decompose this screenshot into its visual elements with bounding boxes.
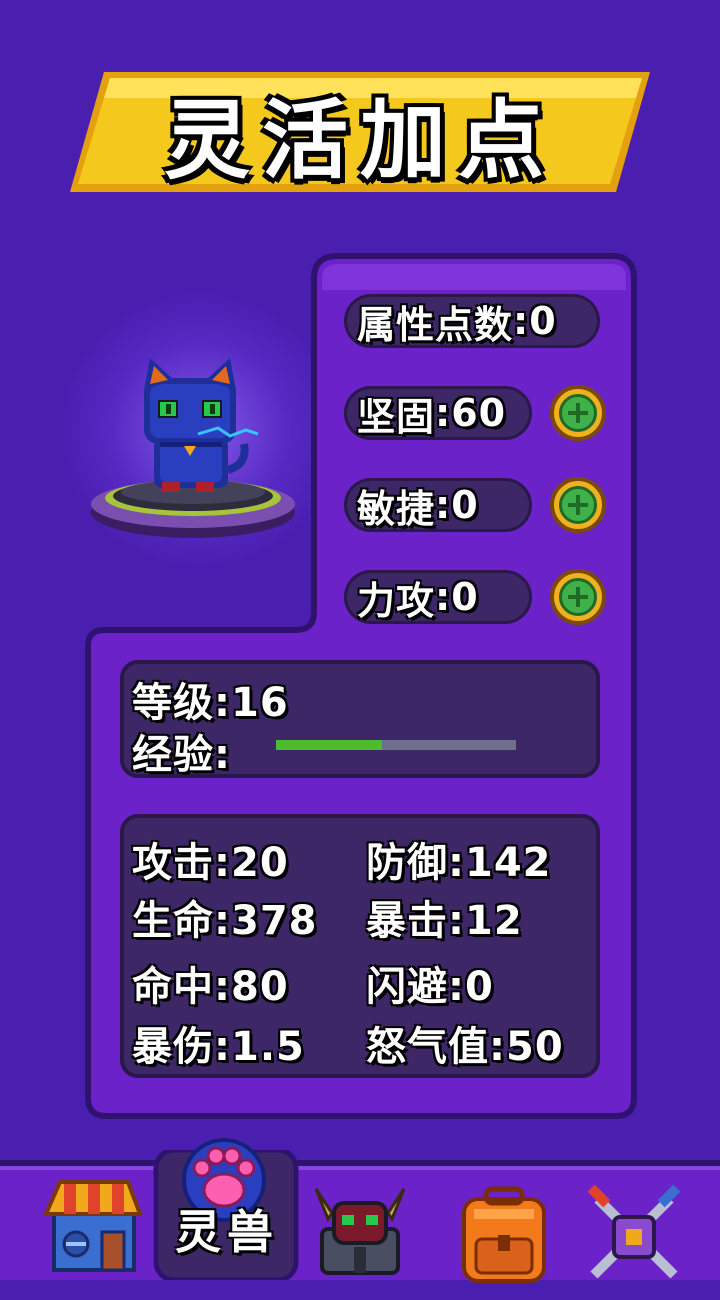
attribute-points-label: 属性点数 [357,302,514,347]
stat-defense-value: 142 [465,840,552,886]
colon-sep: : [435,483,452,527]
backpack-icon[interactable] [456,1170,552,1300]
plus-icon [559,486,597,524]
stat-dodge-value: 0 [465,964,494,1010]
colon-sep: : [214,680,231,726]
plus-icon [559,394,597,432]
colon-sep: : [214,1024,231,1070]
exp-bar [276,740,516,750]
exp-bar-fill [276,740,382,750]
shop-icon[interactable] [40,1160,144,1290]
stat-hp-value: 378 [231,898,318,944]
attribute-panel [85,253,637,1119]
colon-sep: : [214,840,231,886]
stat-crit-value: 12 [465,898,523,944]
sturdy-plus-button[interactable] [550,385,606,441]
nav-active-label[interactable]: 灵兽 [160,1196,294,1262]
colon-sep: : [489,1024,506,1070]
level-value: 16 [231,680,289,726]
level-row: 等级:16 [132,670,289,728]
colon-sep: : [435,575,452,619]
sturdy-pill: 坚固:60 [344,386,532,440]
agility-label: 敏捷 [357,486,436,531]
exp-row: 经验: [132,722,231,780]
stat-hit-label: 命中 [132,964,214,1010]
colon-sep: : [214,898,231,944]
colon-sep: : [435,391,452,435]
stat-rage: 怒气值:50 [366,1014,564,1072]
colon-sep: : [214,732,231,778]
stat-attack-value: 20 [231,840,289,886]
colon-sep: : [448,898,465,944]
colon-sep: : [214,964,231,1010]
power-pill: 力攻:0 [344,570,532,624]
sturdy-label: 坚固 [357,394,436,439]
stat-crit-damage: 暴伤:1.5 [132,1014,305,1072]
sturdy-value: 60 [451,391,507,435]
power-label: 力攻 [357,578,436,623]
exp-label: 经验 [132,732,214,778]
agility-value: 0 [451,483,479,527]
stat-hit: 命中:80 [132,954,289,1012]
colon-sep: : [448,964,465,1010]
monster-helmet-icon[interactable] [308,1166,412,1296]
level-label: 等级 [132,680,214,726]
stat-attack: 攻击:20 [132,830,289,888]
stat-crit-label: 暴击 [366,898,448,944]
stat-crit: 暴击:12 [366,888,523,946]
stat-defense: 防御:142 [366,830,552,888]
power-value: 0 [451,575,479,619]
attribute-points-value: 0 [529,299,557,343]
stat-hit-value: 80 [231,964,289,1010]
stat-rage-value: 50 [506,1024,564,1070]
stat-crit-damage-value: 1.5 [231,1024,305,1070]
stat-attack-label: 攻击 [132,840,214,886]
colon-sep: : [448,840,465,886]
agility-plus-button[interactable] [550,477,606,533]
stat-crit-damage-label: 暴伤 [132,1024,214,1070]
attribute-points-pill: 属性点数:0 [344,294,600,348]
stat-hp: 生命:378 [132,888,318,946]
stat-rage-label: 怒气值 [366,1024,489,1070]
stat-defense-label: 防御 [366,840,448,886]
battle-swords-icon[interactable] [584,1170,684,1300]
power-plus-button[interactable] [550,569,606,625]
stat-hp-label: 生命 [132,898,214,944]
stat-dodge-label: 闪避 [366,964,448,1010]
stat-dodge: 闪避:0 [366,954,494,1012]
plus-icon [559,578,597,616]
agility-pill: 敏捷:0 [344,478,532,532]
colon-sep: : [513,299,530,343]
